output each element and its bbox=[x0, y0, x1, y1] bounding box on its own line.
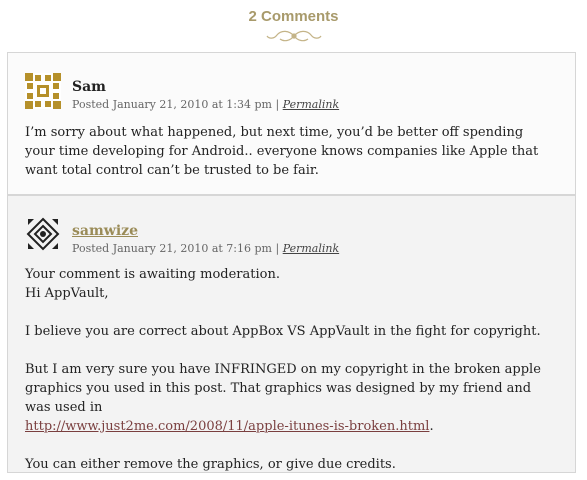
comment-paragraph: I believe you are correct about AppBox V… bbox=[25, 324, 541, 339]
comment-meta: Posted January 21, 2010 at 7:16 pm | Per… bbox=[72, 242, 339, 255]
comments-heading: 2 Comments bbox=[248, 8, 339, 25]
moderation-notice: Your comment is awaiting moderation. bbox=[25, 267, 280, 282]
comment-date: Posted January 21, 2010 at 7:16 pm | bbox=[72, 242, 283, 255]
ornament-divider-icon bbox=[266, 30, 322, 42]
comment-body: I’m sorry about what happened, but next … bbox=[25, 123, 555, 180]
comment-meta: Posted January 21, 2010 at 1:34 pm | Per… bbox=[72, 98, 339, 111]
external-link[interactable]: http://www.just2me.com/2008/11/apple-itu… bbox=[25, 419, 429, 434]
comment-text: I’m sorry about what happened, but next … bbox=[25, 125, 539, 178]
permalink-link[interactable]: Permalink bbox=[283, 98, 339, 111]
comment-greeting: Hi AppVault, bbox=[25, 286, 109, 301]
comment-author-link[interactable]: samwize bbox=[72, 223, 138, 239]
avatar-sam-icon bbox=[25, 73, 61, 109]
avatar-samwize-icon bbox=[25, 216, 61, 252]
comment-text: But I am very sure you have INFRINGED on… bbox=[25, 362, 541, 415]
permalink-link[interactable]: Permalink bbox=[283, 242, 339, 255]
comment-paragraph: You can either remove the graphics, or g… bbox=[25, 457, 396, 472]
comment-sam: Sam Posted January 21, 2010 at 1:34 pm |… bbox=[7, 52, 576, 195]
comment-author: Sam bbox=[72, 79, 106, 95]
link-suffix: . bbox=[429, 419, 434, 434]
comment-samwize: samwize Posted January 21, 2010 at 7:16 … bbox=[7, 195, 576, 473]
comment-paragraph: But I am very sure you have INFRINGED on… bbox=[25, 360, 555, 436]
comment-date: Posted January 21, 2010 at 1:34 pm | bbox=[72, 98, 283, 111]
comment-body: Your comment is awaiting moderation. Hi … bbox=[25, 265, 555, 474]
